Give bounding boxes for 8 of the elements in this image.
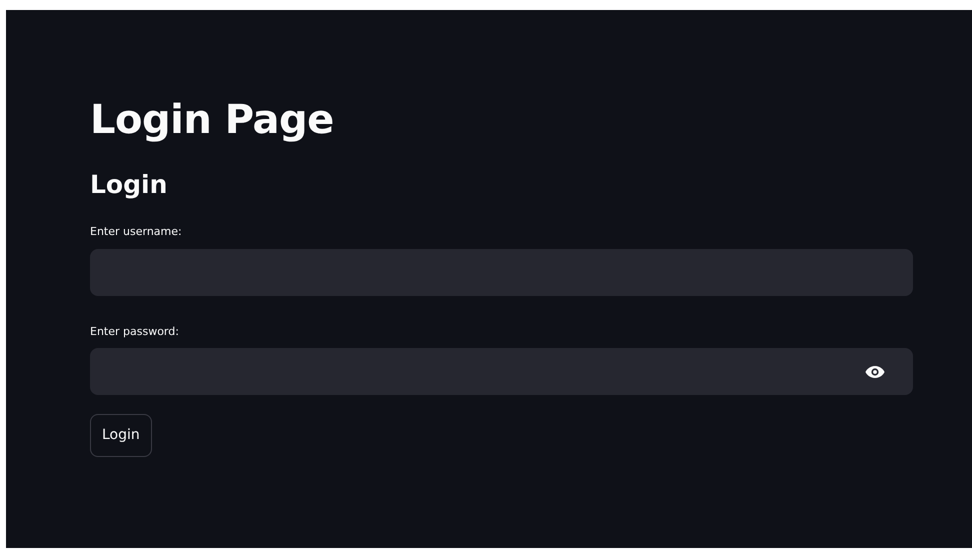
field-label: Enter username: <box>90 224 182 240</box>
username-field[interactable] <box>90 248 913 296</box>
show-password-icon[interactable] <box>865 364 885 378</box>
form-heading: Login <box>90 170 168 200</box>
page-title: Login Page <box>90 96 335 144</box>
field-label: Enter password: <box>90 324 179 340</box>
login-button[interactable]: Login <box>90 414 152 457</box>
password-field[interactable] <box>90 348 913 395</box>
